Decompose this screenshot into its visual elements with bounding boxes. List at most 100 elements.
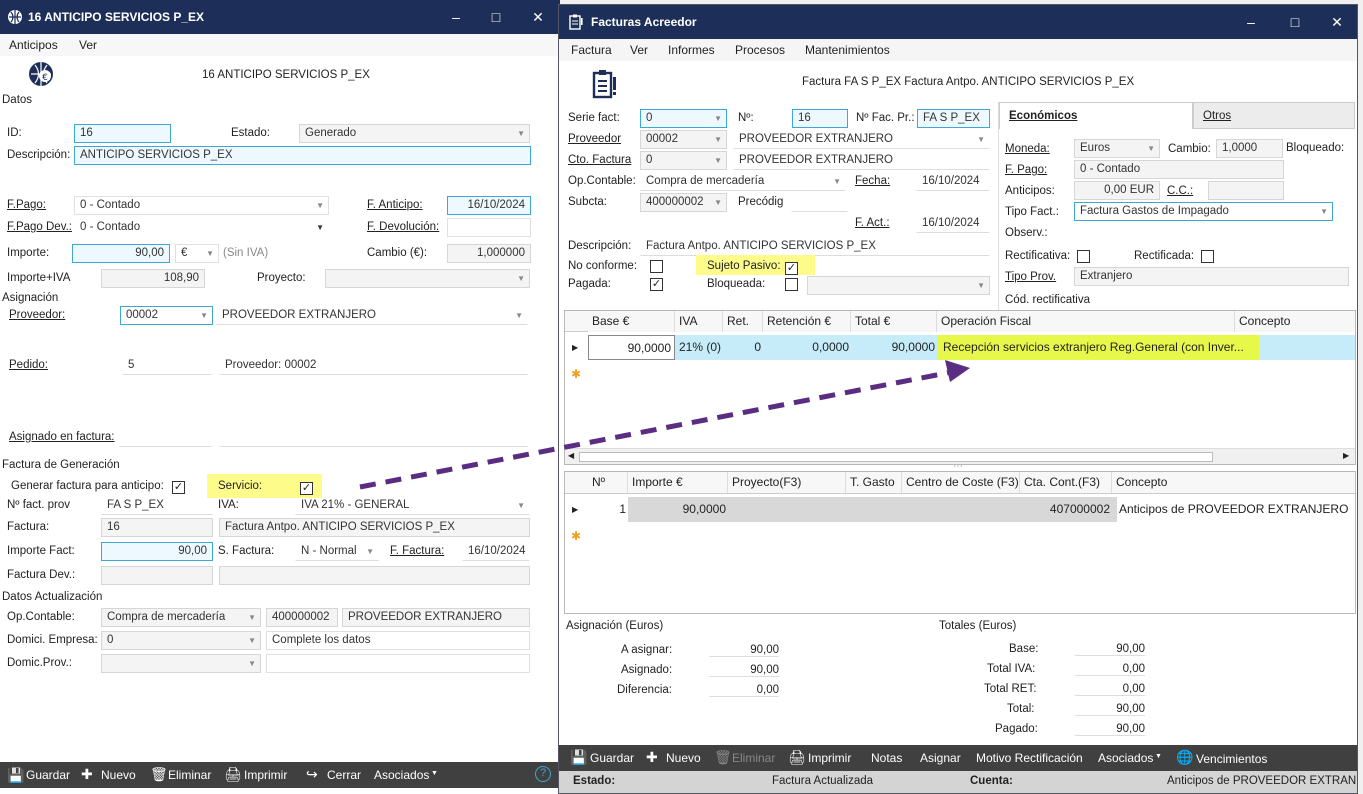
guardar-button[interactable]: Guardar (26, 768, 70, 782)
subcta-field[interactable]: 400000002 ▼ (640, 193, 727, 212)
cell-cta-cont[interactable]: 407000002 (1020, 497, 1110, 522)
col-concepto[interactable]: Concepto (1235, 311, 1355, 332)
proveedor-code-field[interactable]: 00002 ▼ (640, 130, 727, 149)
cerrar-button[interactable]: Cerrar (327, 768, 361, 782)
asociados-button[interactable]: Asociados (374, 768, 429, 782)
nfact-prov-field[interactable]: FA S P_EX (101, 496, 213, 515)
col-t-gasto[interactable]: T. Gasto (846, 472, 902, 493)
minimize-button[interactable]: – (1231, 10, 1271, 34)
proveedor-label[interactable]: Proveedor (568, 133, 621, 145)
iva-field[interactable]: IVA 21% - GENERAL ▼ (295, 496, 530, 515)
imprimir-button[interactable]: Imprimir (808, 751, 851, 765)
sfactura-field[interactable]: N - Normal ▼ (295, 542, 379, 561)
sujeto-pasivo-checkbox[interactable]: ✓ (785, 262, 798, 275)
importe-fact-field[interactable]: 90,00 (101, 542, 213, 561)
rectificativa-checkbox[interactable] (1077, 250, 1090, 263)
scroll-left-icon[interactable]: ◀ (568, 451, 574, 460)
fpago-label[interactable]: F.Pago: (7, 199, 46, 211)
cell-retencion[interactable]: 0,0000 (763, 335, 849, 360)
bloqueada-select[interactable]: ▼ (807, 276, 990, 295)
asignado-field[interactable] (119, 428, 212, 447)
proveedor-code-field[interactable]: 00002 ▼ (120, 306, 213, 325)
fdevolucion-field[interactable] (447, 218, 531, 237)
notas-button[interactable]: Notas (871, 751, 902, 765)
cc-field[interactable] (1208, 181, 1284, 200)
cell-ret[interactable]: 0 (723, 335, 761, 360)
tipo-fact-field[interactable]: Factura Gastos de Impagado ▼ (1074, 202, 1333, 221)
descripcion-field[interactable]: Factura Antpo. ANTICIPO SERVICIOS P_EX (640, 237, 990, 256)
currency-select[interactable]: € ▼ (175, 244, 219, 263)
pagada-checkbox[interactable]: ✓ (650, 278, 663, 291)
proveedor-label[interactable]: Proveedor: (9, 309, 65, 321)
fpago-label[interactable]: F. Pago: (1005, 164, 1047, 176)
cambio-field[interactable]: 1,000000 (447, 244, 531, 263)
cell-base[interactable]: 90,0000 (588, 335, 675, 360)
cell-total[interactable]: 90,0000 (851, 335, 935, 360)
ffactura-field[interactable]: 16/10/2024 (462, 542, 530, 561)
scroll-right-icon[interactable]: ▶ (1343, 451, 1349, 460)
col-importe[interactable]: Importe € (628, 472, 728, 493)
menu-ver[interactable]: Ver (79, 38, 97, 52)
col-total[interactable]: Total € (851, 311, 937, 332)
guardar-button[interactable]: Guardar (590, 751, 634, 765)
no-conforme-checkbox[interactable] (650, 260, 663, 273)
help-icon[interactable]: ? (535, 766, 551, 782)
fpago-field[interactable]: 0 - Contado (1074, 160, 1284, 179)
fdevolucion-label[interactable]: F. Devolución: (367, 221, 439, 233)
col-base[interactable]: Base € (588, 311, 675, 332)
moneda-label[interactable]: Moneda: (1005, 143, 1050, 155)
col-operacion-fiscal[interactable]: Operación Fiscal (937, 311, 1235, 332)
fpagodev-field[interactable]: 0 - Contado ▼ (74, 218, 329, 237)
col-numero[interactable]: Nº (588, 472, 628, 493)
pedido-label[interactable]: Pedido: (9, 359, 48, 371)
proveedor-name-field[interactable]: PROVEEDOR EXTRANJERO ▼ (216, 306, 528, 325)
serie-field[interactable]: 0 ▼ (640, 109, 727, 128)
fact-field[interactable]: 16/10/2024 (916, 214, 990, 233)
vencimientos-button[interactable]: Vencimientos (1196, 752, 1267, 766)
proyecto-field[interactable]: ▼ (325, 269, 530, 288)
nuevo-button[interactable]: Nuevo (666, 751, 701, 765)
maximize-button[interactable]: □ (476, 5, 516, 29)
menu-informes[interactable]: Informes (668, 43, 715, 57)
col-retencion[interactable]: Retención € (763, 311, 851, 332)
ffactura-label[interactable]: F. Factura: (390, 545, 444, 557)
col-cta-cont[interactable]: Cta. Cont.(F3) (1020, 472, 1112, 493)
cto-factura-label[interactable]: Cto. Factura (568, 154, 631, 166)
importe-field[interactable]: 90,00 (72, 244, 170, 263)
id-field[interactable]: 16 (74, 124, 171, 143)
tab-otros[interactable]: Otros (1193, 102, 1355, 129)
cambio-field[interactable]: 1,0000 (1216, 139, 1283, 158)
cell-concepto[interactable]: Anticipos de PROVEEDOR EXTRANJERO (1117, 497, 1355, 522)
col-iva[interactable]: IVA (675, 311, 723, 332)
imprimir-button[interactable]: Imprimir (244, 768, 287, 782)
asociados-button[interactable]: Asociados (1098, 751, 1153, 765)
menu-procesos[interactable]: Procesos (735, 43, 785, 57)
fanticipo-field[interactable]: 16/10/2024 (447, 196, 531, 215)
cell-operacion-fiscal[interactable]: Recepción servicios extranjero Reg.Gener… (937, 335, 1259, 360)
asignado-label[interactable]: Asignado en factura: (9, 431, 115, 443)
fecha-label[interactable]: Fecha: (855, 175, 890, 187)
domici-empresa-field[interactable]: 0 ▼ (101, 631, 261, 650)
menu-factura[interactable]: Factura (571, 43, 612, 57)
cell-iva[interactable]: 21% (0) (679, 335, 723, 360)
estado-field[interactable]: Generado ▼ (299, 124, 530, 143)
menu-anticipos[interactable]: Anticipos (9, 38, 58, 52)
opcontable-field[interactable]: Compra de mercadería ▼ (640, 172, 846, 191)
col-concepto[interactable]: Concepto (1112, 472, 1355, 493)
pedido-field[interactable]: 5 (122, 356, 212, 375)
fpago-field[interactable]: 0 - Contado ▼ (74, 196, 329, 215)
cell-numero[interactable]: 1 (588, 497, 626, 522)
motivo-button[interactable]: Motivo Rectificación (976, 751, 1083, 765)
col-centro-coste[interactable]: Centro de Coste (F3) (902, 472, 1020, 493)
menu-mantenimientos[interactable]: Mantenimientos (805, 43, 890, 57)
minimize-button[interactable]: – (436, 5, 476, 29)
cc-label[interactable]: C.C.: (1167, 185, 1193, 197)
servicio-checkbox[interactable]: ✓ (300, 482, 313, 495)
col-ret[interactable]: Ret. (723, 311, 763, 332)
tipo-prov-label[interactable]: Tipo Prov. (1005, 271, 1056, 283)
cell-importe[interactable]: 90,0000 (628, 497, 726, 522)
maximize-button[interactable]: □ (1275, 10, 1315, 34)
bloqueada-checkbox[interactable] (785, 278, 798, 291)
fact-label[interactable]: F. Act.: (855, 217, 890, 229)
opcontable-field[interactable]: Compra de mercadería ▼ (101, 608, 261, 627)
